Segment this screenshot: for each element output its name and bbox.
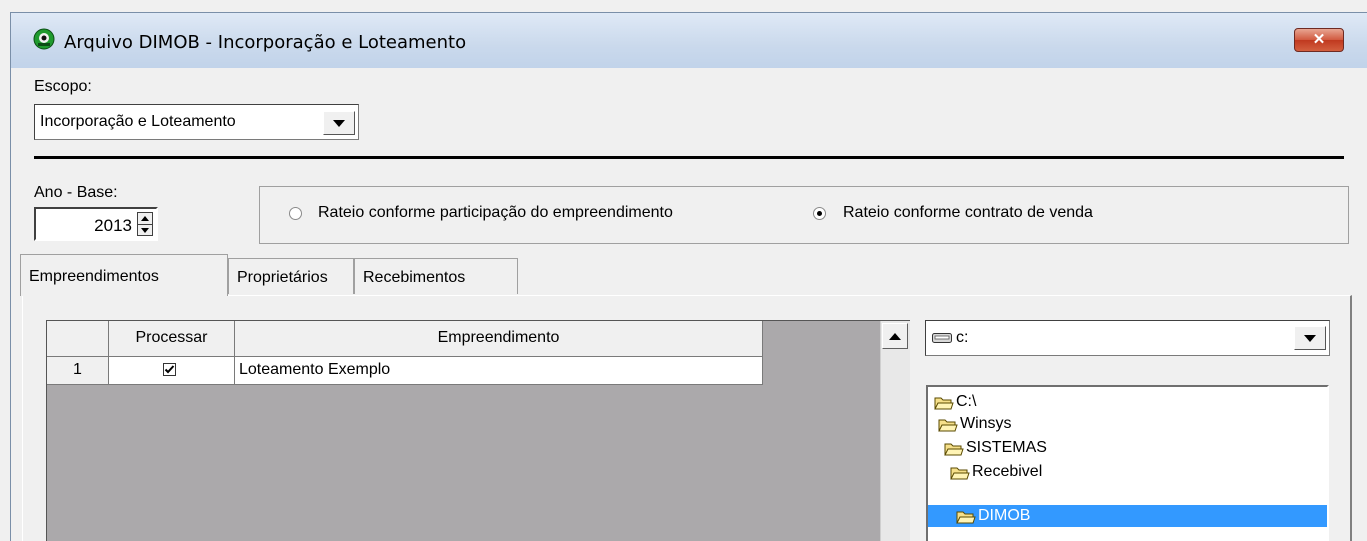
tree-item-label: C:\	[956, 393, 977, 410]
column-header-empreendimento[interactable]: Empreendimento	[235, 321, 763, 357]
escopo-label: Escopo:	[34, 78, 92, 95]
tree-item-label: Winsys	[960, 415, 1012, 432]
spin-up-icon[interactable]	[138, 213, 152, 225]
tree-item-label: DIMOB	[978, 507, 1031, 524]
processar-checkbox[interactable]	[163, 363, 176, 376]
open-folder-icon	[938, 417, 958, 432]
tab-empreendimentos[interactable]: Empreendimentos	[20, 254, 228, 296]
tab-proprietarios[interactable]: Proprietários	[228, 258, 354, 294]
ano-base-spin-buttons[interactable]	[137, 212, 153, 236]
scroll-up-icon	[889, 332, 901, 340]
empreendimentos-grid[interactable]: Processar Empreendimento 1 Loteamento Ex…	[46, 320, 910, 541]
spin-down-icon[interactable]	[138, 225, 152, 236]
table-row-processar-cell[interactable]	[109, 357, 235, 385]
drive-dropdown-button[interactable]	[1294, 326, 1326, 350]
tab-recebimentos[interactable]: Recebimentos	[354, 258, 518, 294]
column-header-processar[interactable]: Processar	[109, 321, 235, 357]
open-folder-icon	[956, 509, 976, 524]
table-row-empreendimento-cell[interactable]: Loteamento Exemplo	[235, 357, 763, 385]
drive-select[interactable]: c:	[925, 320, 1330, 356]
tree-item-sistemas[interactable]: SISTEMAS	[944, 437, 1047, 459]
radio-rateio-contrato[interactable]	[813, 207, 826, 220]
column-header-number	[47, 321, 109, 357]
ano-base-value: 2013	[94, 216, 132, 235]
open-folder-icon	[944, 441, 964, 456]
radio-rateio-participacao[interactable]	[289, 207, 302, 220]
grid-scrollbar[interactable]	[880, 321, 910, 541]
window-title: Arquivo DIMOB - Incorporação e Loteament…	[64, 32, 467, 53]
tree-item-dimob[interactable]: DIMOB	[928, 505, 1327, 527]
radio-rateio-participacao-label[interactable]: Rateio conforme participação do empreend…	[318, 204, 673, 222]
escopo-select-value: Incorporação e Loteamento	[40, 113, 236, 130]
directory-tree[interactable]: C:\ Winsys SISTEMAS Recebivel DIMOB	[926, 385, 1329, 541]
scroll-up-button[interactable]	[882, 323, 908, 349]
drive-icon	[932, 331, 952, 343]
open-folder-icon	[950, 465, 970, 480]
tree-item-recebivel[interactable]: Recebivel	[950, 461, 1042, 483]
check-icon	[164, 365, 175, 374]
ano-base-spinner[interactable]: 2013	[34, 207, 158, 241]
escopo-select[interactable]: Incorporação e Loteamento	[34, 104, 359, 140]
tree-item-winsys[interactable]: Winsys	[938, 413, 1012, 435]
tree-item-root[interactable]: C:\	[934, 391, 976, 413]
ano-base-label: Ano - Base:	[34, 184, 118, 201]
app-icon	[33, 28, 55, 50]
row-number: 1	[47, 357, 109, 385]
separator	[34, 156, 1344, 159]
drive-select-value: c:	[956, 329, 969, 346]
escopo-dropdown-button[interactable]	[323, 111, 355, 135]
chevron-down-icon	[1304, 334, 1316, 342]
chevron-down-icon	[333, 119, 345, 127]
tree-item-label: SISTEMAS	[966, 439, 1047, 456]
close-button[interactable]: ✕	[1294, 28, 1344, 52]
open-folder-icon	[934, 395, 954, 410]
radio-rateio-contrato-label[interactable]: Rateio conforme contrato de venda	[843, 204, 1093, 222]
tree-item-label: Recebivel	[972, 463, 1043, 480]
